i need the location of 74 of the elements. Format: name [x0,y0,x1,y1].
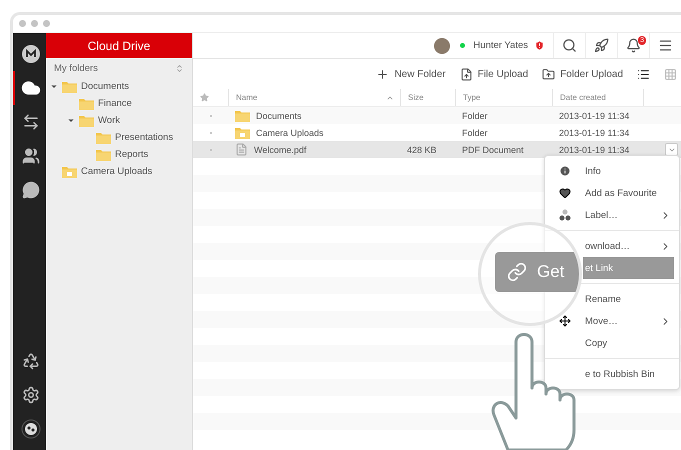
list-view-icon[interactable] [637,68,650,80]
folder-upload-icon [542,68,556,80]
contacts-icon [22,147,40,165]
cloud-drive-header: Cloud Drive [46,33,192,58]
folder-icon [79,98,94,110]
column-header[interactable]: Type [463,93,480,102]
window-dot [43,20,50,27]
star-icon[interactable] [200,93,209,102]
file-name: Welcome.pdf [254,144,306,154]
camera-folder-icon [62,166,77,178]
file-row[interactable]: Documents Folder 2013-01-19 11:34 [193,107,681,124]
folder-icon [96,148,111,160]
chat-icon [22,181,40,199]
menu-item[interactable]: Label… [583,204,679,226]
menu-item[interactable]: Move… [583,310,679,332]
heart-icon [559,187,571,199]
bell-icon[interactable] [626,38,641,53]
file-name: Camera Uploads [256,128,324,138]
logo-icon [22,45,40,63]
tree-item[interactable]: Presentations [115,132,174,143]
pdf-file-icon [235,143,248,156]
window-dot [31,20,38,27]
file-upload-icon [460,68,473,80]
user-avatar[interactable] [434,38,450,54]
menu-item[interactable]: Info [583,160,679,182]
plus-icon [376,68,390,80]
settings-icon [22,386,40,404]
user-name[interactable]: Hunter Yates [473,40,528,51]
move-icon [559,315,571,327]
column-header[interactable]: Name [236,93,258,102]
file-row[interactable]: Welcome.pdf 428 KB PDF Document 2013-01-19 11:34 [193,141,681,158]
date-created: 2013-01-19 11:34 [559,110,630,120]
toolbar-action[interactable]: File Upload [460,68,528,80]
dots-icon [559,209,571,221]
rocket-icon[interactable] [594,38,609,53]
folder-icon [62,80,77,92]
camera-folder-icon [235,126,250,138]
folder-icon [235,110,250,122]
date-created: 2013-01-19 11:34 [559,128,630,138]
menu-item[interactable]: Add as Favourite [583,182,679,204]
toolbar-action[interactable]: New Folder [376,68,446,80]
file-type: Folder [462,128,488,138]
folder-icon [79,114,94,126]
magnified-label: Get [537,262,564,282]
file-type: PDF Document [462,144,524,154]
link-icon [507,262,527,282]
window-dot [19,20,26,27]
column-header[interactable]: Size [408,93,424,102]
column-header[interactable]: Date created [560,93,606,102]
tree-item[interactable]: Camera Uploads [81,166,152,177]
tree-item[interactable]: Reports [115,149,148,160]
menu-icon[interactable] [658,38,673,53]
status-icon [20,419,40,439]
list-icon [637,68,650,80]
folder-icon [96,132,111,144]
search-icon[interactable] [562,38,577,53]
menu-item[interactable]: Rename [583,288,679,310]
file-size: 428 KB [407,144,437,154]
transfers-icon [22,113,40,131]
grid-icon [664,68,677,80]
toolbar-action[interactable]: Folder Upload [542,68,623,80]
tree-item[interactable]: Finance [98,98,132,109]
tree-item[interactable]: Documents [81,81,130,92]
menu-item[interactable]: e to Rubbish Bin [583,363,679,385]
menu-item[interactable]: Copy [583,332,679,354]
recycle-icon [22,352,40,370]
menu-item[interactable]: ownload… [583,235,679,257]
info-icon [559,165,571,177]
shield-alert-icon[interactable] [534,40,545,51]
tree-item[interactable]: Work [98,115,120,126]
date-created: 2013-01-19 11:34 [559,144,630,154]
file-name: Documents [256,110,302,120]
section-heading: My folders [54,63,98,74]
file-type: Folder [462,110,488,120]
